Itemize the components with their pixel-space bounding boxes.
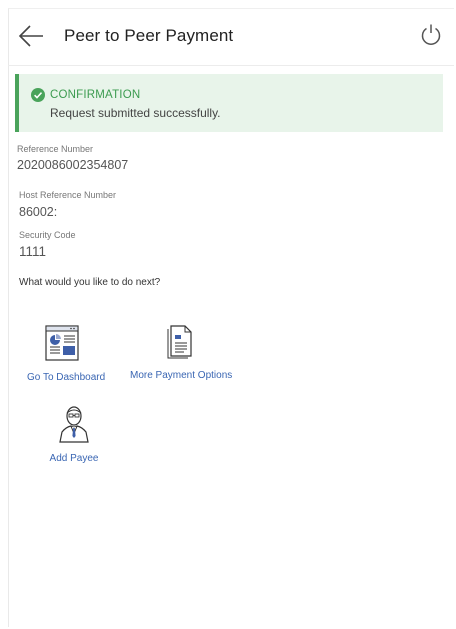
security-code-label: Security Code (19, 230, 76, 240)
confirmation-message: Request submitted successfully. (50, 106, 221, 120)
go-to-dashboard-label: Go To Dashboard (27, 372, 106, 383)
security-code-value: 1111 (19, 244, 47, 259)
add-payee-label: Add Payee (49, 453, 99, 464)
arrow-left-icon[interactable] (18, 25, 44, 47)
reference-number-label: Reference Number (17, 144, 94, 154)
host-reference-number-label: Host Reference Number (19, 190, 117, 200)
dashboard-icon (45, 325, 79, 361)
confirmation-banner: CONFIRMATION Request submitted successfu… (15, 74, 443, 132)
header: Peer to Peer Payment (8, 8, 454, 66)
more-payment-options-button[interactable]: More Payment Options (130, 325, 233, 381)
check-circle-icon (31, 88, 45, 102)
power-icon[interactable] (420, 23, 442, 47)
add-payee-button[interactable]: Add Payee (39, 405, 109, 464)
reference-number-value: 2020086002354807 (17, 158, 129, 172)
document-icon (167, 325, 192, 359)
go-to-dashboard-button[interactable]: Go To Dashboard (27, 325, 106, 383)
user-icon (59, 406, 89, 443)
next-steps-prompt: What would you like to do next? (19, 277, 161, 288)
confirmation-title: CONFIRMATION (50, 89, 141, 101)
page-title: Peer to Peer Payment (64, 26, 234, 45)
more-payment-options-label: More Payment Options (130, 370, 233, 381)
host-reference-number-value: 86002: (19, 205, 58, 219)
